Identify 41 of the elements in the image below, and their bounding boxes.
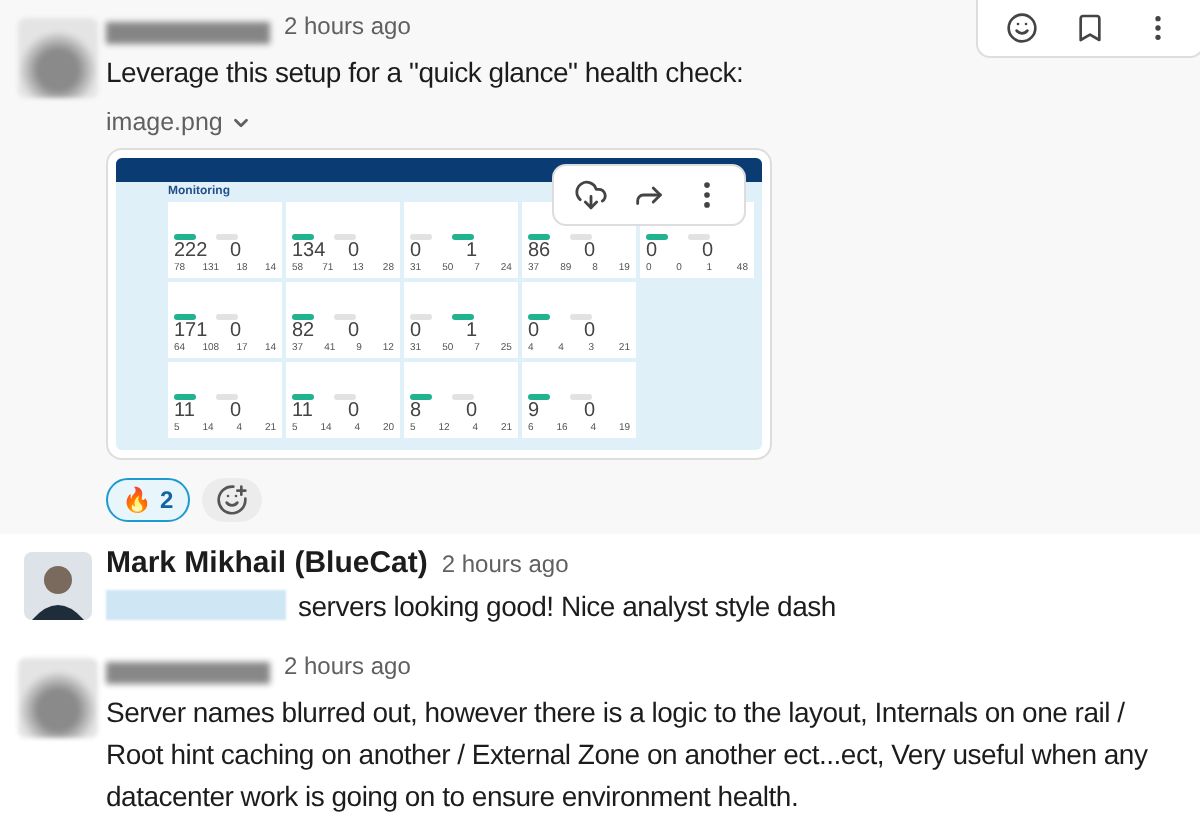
metric-value: 0: [348, 400, 362, 422]
add-reaction-button[interactable]: [201, 478, 262, 522]
metric-value: 0: [410, 240, 424, 262]
metric-value: 86: [528, 240, 553, 262]
metric-value: 0: [646, 240, 660, 262]
metric-value: 1: [466, 240, 480, 262]
download-icon[interactable]: [574, 178, 608, 212]
metric-value: 171: [174, 320, 210, 342]
message-text: Server names blurred out, however there is a logic to the layout, Internals on one rail / Root hint caching on another / External Zone on another ect...ect, Very useful when any datacenter work is going on to ensure environment health.: [106, 694, 1150, 816]
metric-value: 0: [584, 400, 598, 422]
metric-value: 8: [410, 400, 424, 422]
metric-value: 9: [528, 400, 542, 422]
avatar[interactable]: [24, 552, 92, 620]
metric-value: 0: [230, 240, 244, 262]
add-emoji-icon: [215, 484, 248, 516]
metric-value: 134: [292, 240, 328, 262]
timestamp[interactable]: 2 hours ago: [441, 550, 569, 578]
metric-value: 1: [466, 320, 480, 342]
metric-value: 0: [230, 320, 244, 342]
bookmark-icon[interactable]: [1074, 12, 1106, 44]
metric-value: 0: [410, 320, 424, 342]
metric-value: 82: [292, 320, 317, 342]
metric-value: 0: [584, 240, 598, 262]
metric-value: 0: [348, 240, 362, 262]
message-text: Leverage this setup for a "quick glance" health check:: [106, 54, 746, 92]
metric-value: 0: [528, 320, 542, 342]
metric-value: 0: [230, 400, 244, 422]
reaction[interactable]: 🔥 2: [106, 478, 190, 522]
message-text: servers looking good! Nice analyst style dash: [106, 586, 1184, 628]
file-name[interactable]: image.png: [106, 108, 223, 136]
metric-value: 222: [174, 240, 210, 262]
metric-value: 0: [348, 320, 362, 342]
timestamp[interactable]: 2 hours ago: [284, 12, 411, 40]
metric-value: 0: [466, 400, 480, 422]
metric-value: 0: [584, 320, 598, 342]
author-name[interactable]: Mark Mikhail (BlueCat): [106, 546, 428, 580]
metric-value: 0: [702, 240, 716, 262]
metric-value: 11: [292, 400, 315, 422]
timestamp[interactable]: 2 hours ago: [284, 652, 411, 680]
emoji-icon[interactable]: [1006, 12, 1038, 44]
metric-value: 11: [174, 400, 197, 422]
